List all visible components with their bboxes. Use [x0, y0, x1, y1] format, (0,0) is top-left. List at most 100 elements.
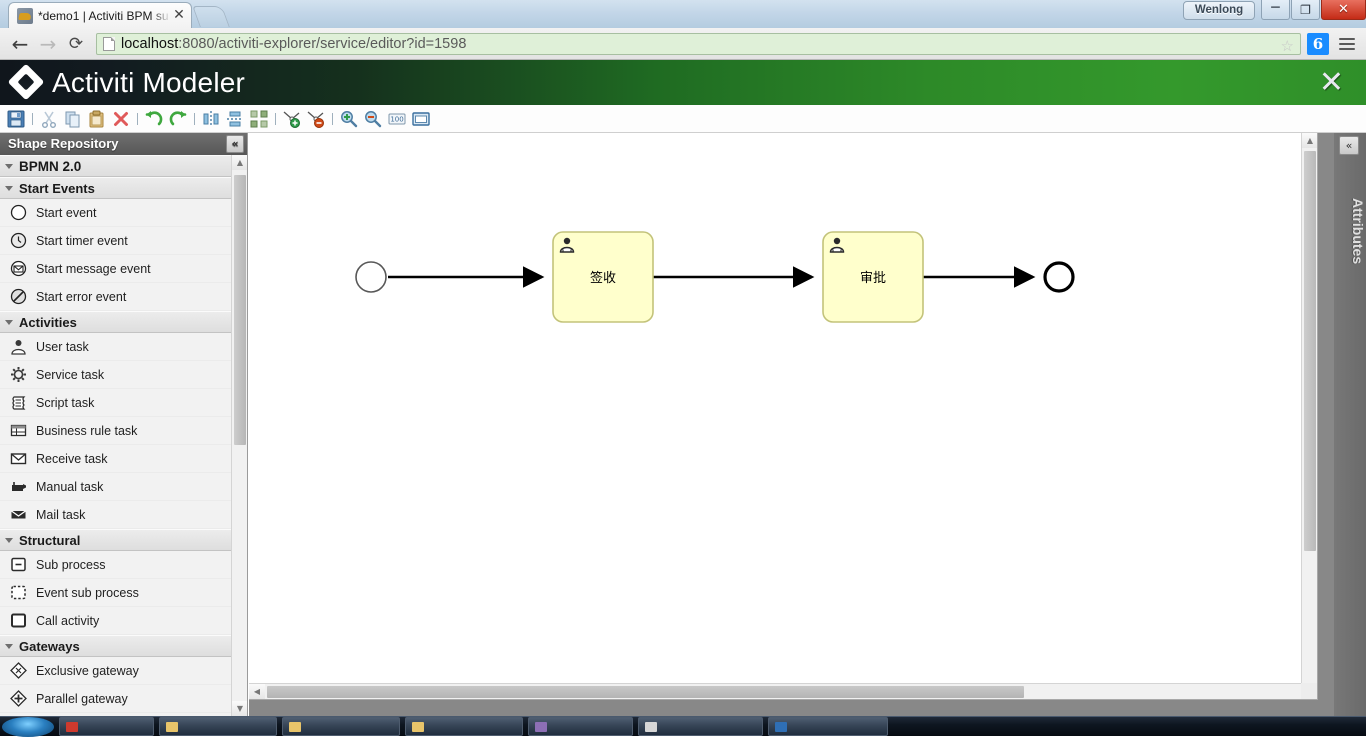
url-path: :8080/activiti-explorer/service/editor?i… [178, 35, 467, 52]
delete-icon[interactable] [109, 107, 133, 131]
remove-bendpoint-icon[interactable] [304, 107, 328, 131]
attributes-panel-label[interactable]: Attributes [1334, 161, 1366, 301]
palette-item-mail-task[interactable]: Mail task [0, 501, 232, 529]
close-icon: ✕ [1338, 2, 1349, 17]
palette-item-receive-task[interactable]: Receive task [0, 445, 232, 473]
minimize-button[interactable]: ─ [1261, 0, 1290, 20]
zoom-fit-icon[interactable] [409, 107, 433, 131]
script-task-icon [8, 393, 28, 413]
palette-item-sub-process[interactable]: Sub process [0, 551, 232, 579]
close-icon[interactable]: ✕ [171, 7, 187, 24]
scrollbar-thumb[interactable] [1304, 151, 1316, 551]
palette-item-start-event[interactable]: Start event [0, 199, 232, 227]
add-bendpoint-icon[interactable] [280, 107, 304, 131]
taskbar-item[interactable] [768, 717, 888, 736]
palette-item-script-task[interactable]: Script task [0, 389, 232, 417]
scroll-up-icon[interactable]: ▲ [232, 155, 247, 170]
back-icon[interactable]: ← [6, 30, 34, 58]
service-task-icon [8, 365, 28, 385]
zoom-actual-icon[interactable]: 100 [385, 107, 409, 131]
browser-menu-icon[interactable] [1336, 33, 1358, 55]
palette-item-parallel-gateway[interactable]: Parallel gateway [0, 685, 232, 713]
palette-group-header[interactable]: Structural [0, 529, 232, 551]
new-tab-button[interactable] [192, 6, 230, 27]
palette-item-label: Mail task [36, 507, 86, 522]
same-size-icon[interactable] [247, 107, 271, 131]
palette-item-start-timer-event[interactable]: Start timer event [0, 227, 232, 255]
palette-item-call-activity[interactable]: Call activity [0, 607, 232, 635]
collapse-sidebar-button[interactable]: « [226, 135, 244, 153]
taskbar-item[interactable] [282, 717, 400, 736]
bpmn-diagram[interactable]: 签收 审批 [249, 133, 1302, 684]
palette-item-start-error-event[interactable]: Start error event [0, 283, 232, 311]
shape-palette: BPMN 2.0 Start Events Start event Start tim… [0, 155, 232, 716]
align-horizontal-icon[interactable] [223, 107, 247, 131]
palette-item-start-message-event[interactable]: Start message event [0, 255, 232, 283]
bpmn-canvas[interactable]: 签收 审批 ▲ ▼ ◀ ▶ [249, 133, 1318, 700]
collapse-attributes-button[interactable]: « [1339, 136, 1359, 155]
scrollbar-thumb[interactable] [267, 686, 1024, 698]
palette-item-manual-task[interactable]: Manual task [0, 473, 232, 501]
palette-group-header[interactable]: Gateways [0, 635, 232, 657]
palette-item-label: Script task [36, 395, 95, 410]
reload-icon[interactable]: ⟳ [62, 30, 90, 58]
exclusive-gateway-icon [8, 661, 28, 681]
palette-item-label: Parallel gateway [36, 691, 128, 706]
toolbar-separator [133, 107, 142, 131]
align-vertical-icon[interactable] [199, 107, 223, 131]
shape-repository-title: Shape Repository [8, 136, 119, 151]
palette-group-header[interactable]: Activities [0, 311, 232, 333]
redo-icon[interactable] [166, 107, 190, 131]
forward-icon[interactable]: → [34, 30, 62, 58]
undo-icon[interactable] [142, 107, 166, 131]
palette-group-label: Structural [19, 532, 81, 548]
save-icon[interactable] [4, 107, 28, 131]
address-bar[interactable]: localhost:8080/activiti-explorer/service… [96, 32, 1301, 55]
palette-item-exclusive-gateway[interactable]: Exclusive gateway [0, 657, 232, 685]
page-info-icon [103, 36, 115, 51]
scroll-down-icon[interactable]: ▼ [232, 701, 247, 716]
bookmark-star-icon[interactable]: ☆ [1281, 37, 1294, 55]
taskbar-item[interactable] [638, 717, 763, 736]
canvas-horizontal-scrollbar[interactable]: ◀ ▶ [249, 683, 1317, 699]
paste-icon[interactable] [85, 107, 109, 131]
browser-tab[interactable]: *demo1 | Activiti BPM su ✕ [8, 2, 192, 28]
taskbar-item[interactable] [59, 717, 154, 736]
cut-icon[interactable] [37, 107, 61, 131]
browser-tab-title: *demo1 | Activiti BPM su [38, 8, 169, 23]
palette-item-label: Start event [36, 205, 97, 220]
taskbar-item[interactable] [528, 717, 633, 736]
start-button[interactable] [2, 716, 54, 737]
start-error-event-icon [8, 287, 28, 307]
start-event-shape[interactable] [355, 261, 387, 293]
scroll-left-icon[interactable]: ◀ [249, 684, 265, 699]
end-event-shape[interactable] [1043, 261, 1075, 293]
taskbar-item[interactable] [159, 717, 277, 736]
copy-icon[interactable] [61, 107, 85, 131]
extension-icon[interactable] [1307, 32, 1329, 55]
zoom-in-icon[interactable] [337, 107, 361, 131]
user-task-shape[interactable]: 签收 [552, 231, 654, 323]
user-profile-button[interactable]: Wenlong [1183, 1, 1255, 20]
scroll-up-icon[interactable]: ▲ [1302, 133, 1317, 148]
palette-group-label: Start Events [19, 180, 95, 196]
palette-item-user-task[interactable]: User task [0, 333, 232, 361]
user-task-icon [8, 337, 28, 357]
palette-item-business-rule-task[interactable]: Business rule task [0, 417, 232, 445]
palette-group-header[interactable]: Start Events [0, 177, 232, 199]
sidebar-scrollbar[interactable]: ▲ ▼ [231, 155, 247, 716]
scrollbar-thumb[interactable] [234, 175, 246, 445]
window-close-button[interactable]: ✕ [1321, 0, 1366, 20]
taskbar-item[interactable] [405, 717, 523, 736]
sub-process-icon [8, 555, 28, 575]
maximize-button[interactable]: ❐ [1291, 0, 1320, 20]
palette-group-header[interactable]: BPMN 2.0 [0, 155, 232, 177]
zoom-out-icon[interactable] [361, 107, 385, 131]
palette-item-event-sub-process[interactable]: Event sub process [0, 579, 232, 607]
palette-group-label: Activities [19, 314, 77, 330]
canvas-vertical-scrollbar[interactable]: ▲ ▼ [1301, 133, 1317, 699]
palette-item-service-task[interactable]: Service task [0, 361, 232, 389]
palette-item-label: Start timer event [36, 233, 128, 248]
app-close-icon[interactable]: ✕ [1319, 67, 1344, 98]
user-task-shape[interactable]: 审批 [822, 231, 924, 323]
